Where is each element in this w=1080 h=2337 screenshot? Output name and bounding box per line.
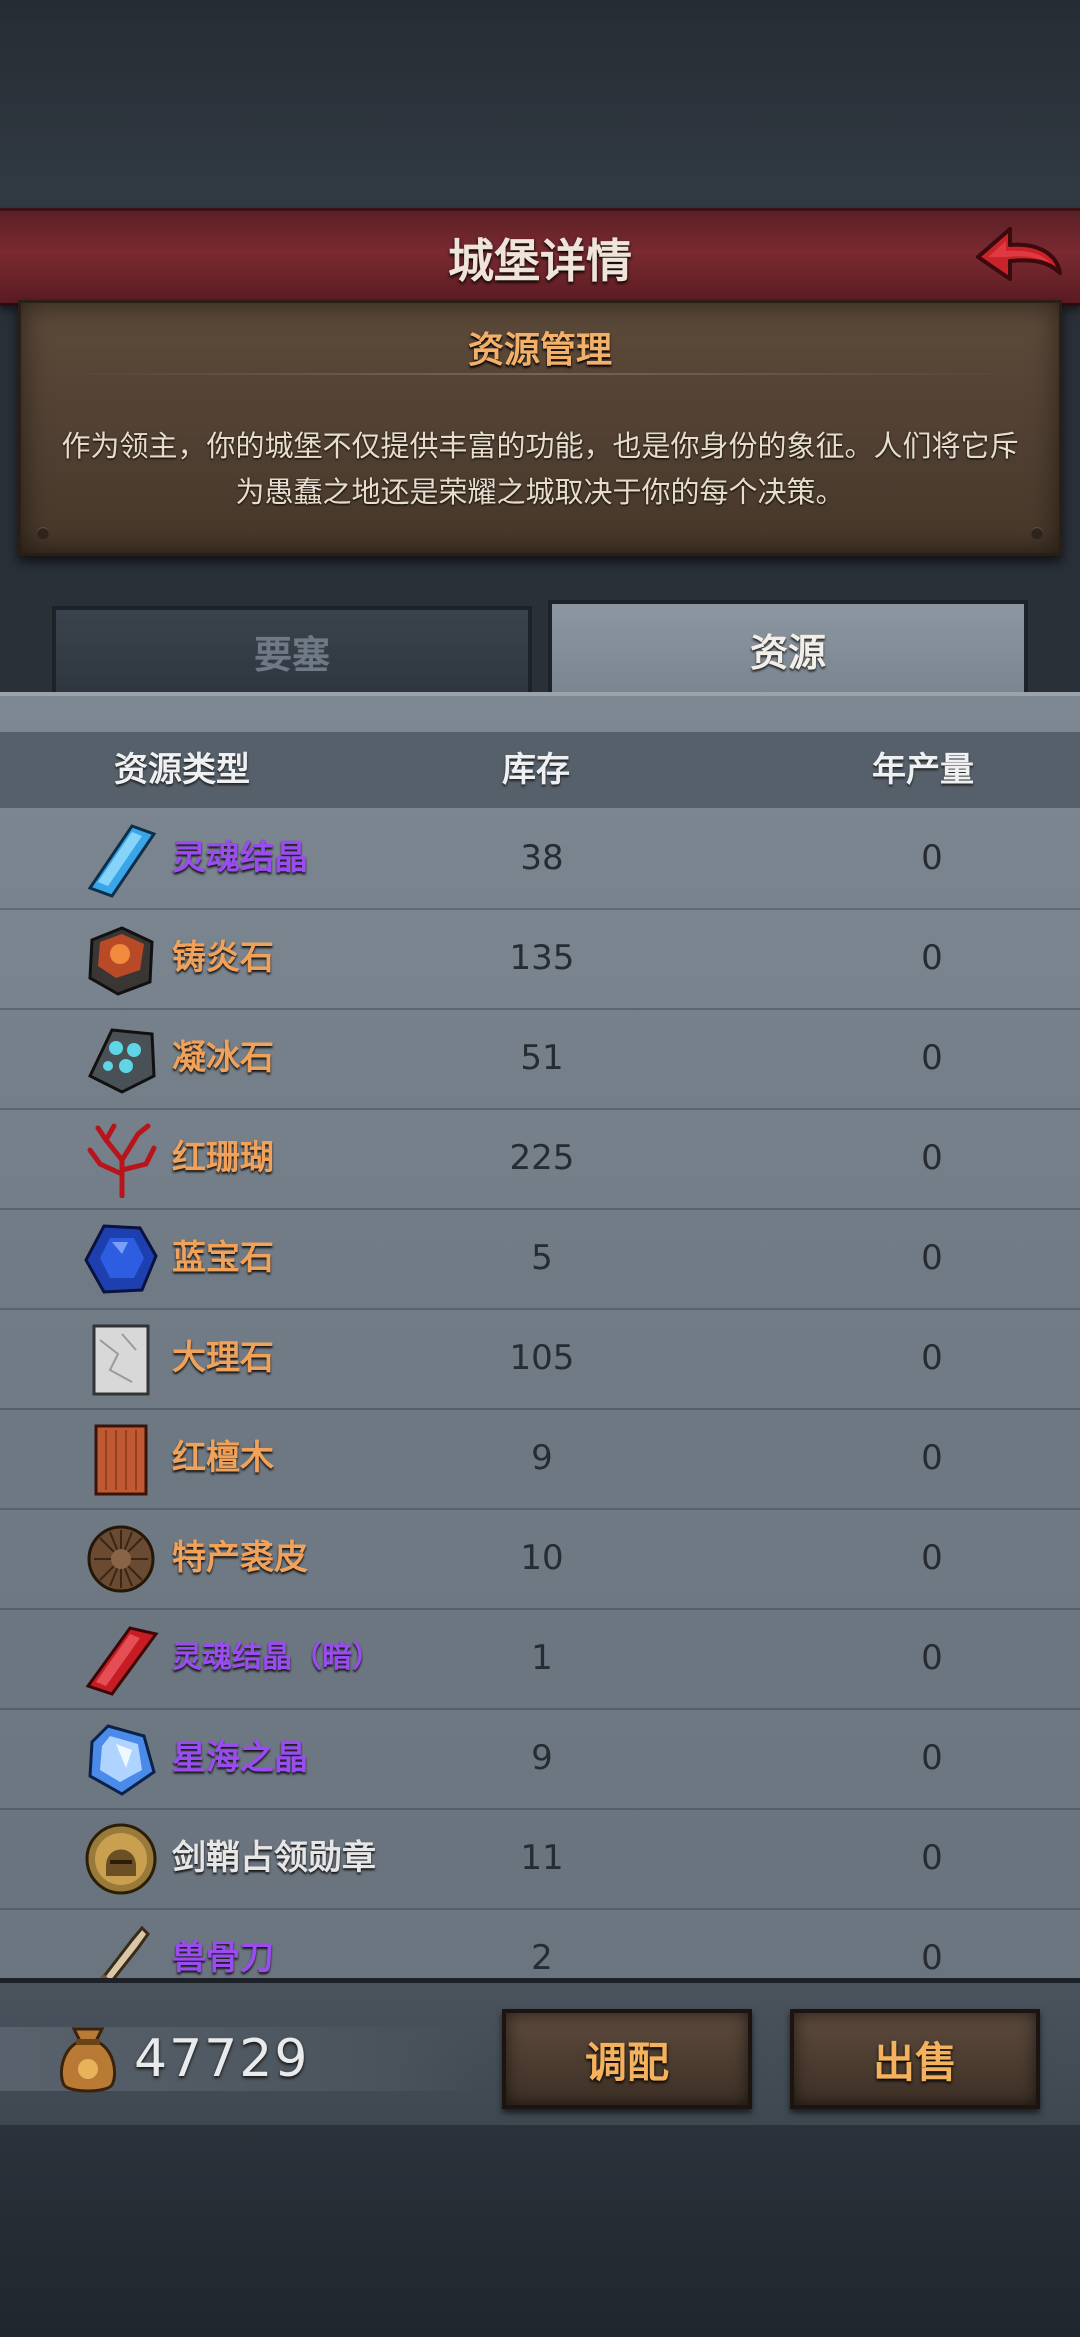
table-row[interactable]: 兽骨刀 2 0 xyxy=(0,1908,1080,1980)
resource-yearly: 0 xyxy=(921,1438,943,1478)
info-description: 作为领主，你的城堡不仅提供丰富的功能，也是你身份的象征。人们将它斥为愚蠢之地还是… xyxy=(61,429,1019,509)
resource-stock: 51 xyxy=(520,1038,564,1078)
table-row[interactable]: 灵魂结晶（暗） 1 0 xyxy=(0,1608,1080,1710)
bottom-bar: 47729 调配 出售 xyxy=(0,1978,1080,2133)
back-button[interactable] xyxy=(972,221,1064,291)
title-bar: 城堡详情 xyxy=(0,208,1080,306)
resource-name: 剑鞘占领勋章 xyxy=(172,1838,376,1878)
resource-yearly: 0 xyxy=(921,1538,943,1578)
table-row[interactable]: 大理石 105 0 xyxy=(0,1308,1080,1410)
resource-yearly: 0 xyxy=(921,1738,943,1778)
tab-fortress[interactable]: 要塞 xyxy=(52,606,532,696)
resource-yearly: 0 xyxy=(921,1138,943,1178)
tab-resources[interactable]: 资源 xyxy=(548,600,1028,698)
resource-yearly: 0 xyxy=(921,938,943,978)
gold-amount: 47729 xyxy=(134,2029,310,2089)
table-row[interactable]: 红珊瑚 225 0 xyxy=(0,1108,1080,1210)
marble-icon xyxy=(92,1324,150,1396)
resource-stock: 9 xyxy=(531,1438,553,1478)
resource-name: 灵魂结晶 xyxy=(172,838,308,878)
resource-stock: 9 xyxy=(531,1738,553,1778)
allocate-button[interactable]: 调配 xyxy=(502,2009,752,2109)
blue-soul-crystal-icon xyxy=(87,824,157,898)
table-row[interactable]: 铸炎石 135 0 xyxy=(0,908,1080,1010)
sell-button[interactable]: 出售 xyxy=(790,2009,1040,2109)
resource-yearly: 0 xyxy=(921,838,943,878)
resource-name: 蓝宝石 xyxy=(172,1238,274,1278)
resource-stock: 2 xyxy=(531,1938,553,1978)
info-title: 资源管理 xyxy=(467,330,612,371)
table-row[interactable]: 剑鞘占领勋章 11 0 xyxy=(0,1808,1080,1910)
coin-sack-icon xyxy=(59,2027,117,2093)
resource-name: 兽骨刀 xyxy=(172,1938,274,1978)
table-row[interactable]: 星海之晶 9 0 xyxy=(0,1708,1080,1810)
resource-stock: 38 xyxy=(520,838,564,878)
column-header-type: 资源类型 xyxy=(114,750,250,790)
red-sandalwood-icon xyxy=(94,1424,148,1496)
table-row[interactable]: 红檀木 9 0 xyxy=(0,1408,1080,1510)
resource-yearly: 0 xyxy=(921,1338,943,1378)
resource-name: 特产裘皮 xyxy=(172,1538,308,1578)
table-row[interactable]: 灵魂结晶 38 0 xyxy=(0,808,1080,910)
table-header: 资源类型 库存 年产量 xyxy=(0,732,1080,808)
resource-stock: 10 xyxy=(520,1538,564,1578)
rivet-decoration xyxy=(37,527,49,539)
sapphire-icon xyxy=(84,1224,158,1294)
resource-stock: 1 xyxy=(531,1638,553,1678)
bone-knife-icon xyxy=(94,1925,150,1980)
top-background xyxy=(0,0,1080,210)
page-title: 城堡详情 xyxy=(448,234,632,288)
resource-name: 灵魂结晶（暗） xyxy=(172,1640,382,1675)
info-divider xyxy=(55,373,1025,375)
resource-list[interactable]: 灵魂结晶 38 0 铸炎石 135 0 凝冰石 51 0 红珊瑚 225 0 蓝… xyxy=(0,808,1080,1980)
resource-name: 凝冰石 xyxy=(172,1038,274,1078)
resource-yearly: 0 xyxy=(921,1038,943,1078)
resource-yearly: 0 xyxy=(921,1638,943,1678)
table-row[interactable]: 凝冰石 51 0 xyxy=(0,1008,1080,1110)
resource-name: 红珊瑚 xyxy=(172,1138,274,1178)
bottom-background xyxy=(0,2125,1080,2337)
resource-panel: 资源类型 库存 年产量 灵魂结晶 38 0 铸炎石 135 0 凝冰石 51 0… xyxy=(0,692,1080,1986)
resource-stock: 5 xyxy=(531,1238,553,1278)
frost-ore-icon xyxy=(88,1028,156,1094)
dark-soul-crystal-icon xyxy=(85,1626,159,1696)
resource-name: 红檀木 xyxy=(172,1438,274,1478)
flame-ore-icon xyxy=(88,926,154,996)
fur-pelt-icon xyxy=(87,1525,155,1593)
resource-stock: 135 xyxy=(509,938,575,978)
red-back-arrow-icon xyxy=(976,227,1062,281)
table-row[interactable]: 蓝宝石 5 0 xyxy=(0,1208,1080,1310)
resource-yearly: 0 xyxy=(921,1838,943,1878)
resource-name: 星海之晶 xyxy=(172,1738,308,1778)
star-sea-crystal-icon xyxy=(88,1724,156,1796)
resource-name: 铸炎石 xyxy=(172,938,274,978)
column-header-yearly: 年产量 xyxy=(872,750,974,790)
resource-yearly: 0 xyxy=(921,1238,943,1278)
resource-stock: 105 xyxy=(509,1338,575,1378)
resource-name: 大理石 xyxy=(172,1338,274,1378)
red-coral-icon xyxy=(87,1123,157,1198)
resource-yearly: 0 xyxy=(921,1938,943,1978)
column-header-stock: 库存 xyxy=(502,750,570,790)
rivet-decoration xyxy=(1031,527,1043,539)
info-panel: 资源管理 作为领主，你的城堡不仅提供丰富的功能，也是你身份的象征。人们将它斥为愚… xyxy=(18,300,1062,556)
resource-stock: 225 xyxy=(509,1138,575,1178)
helmet-medal-icon xyxy=(85,1823,157,1895)
table-row[interactable]: 特产裘皮 10 0 xyxy=(0,1508,1080,1610)
resource-stock: 11 xyxy=(520,1838,564,1878)
